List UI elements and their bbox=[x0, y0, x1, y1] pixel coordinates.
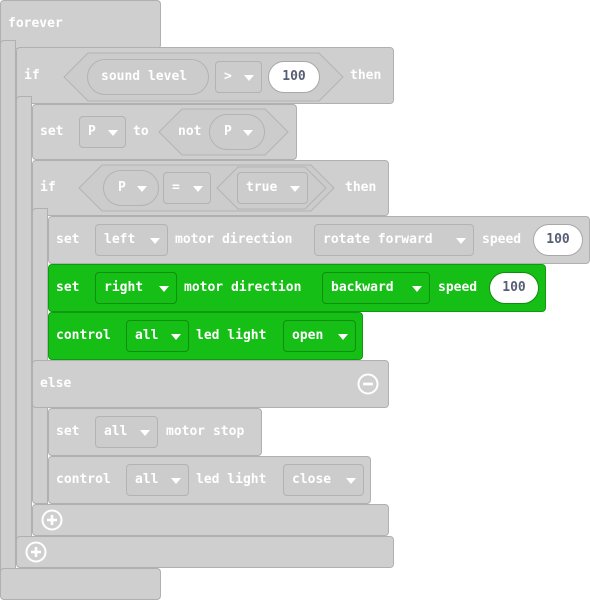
motor-direction-value: rotate forward bbox=[323, 232, 433, 247]
caret-down-icon bbox=[140, 430, 150, 436]
else-label: else bbox=[40, 376, 72, 391]
forever-label: forever bbox=[8, 16, 63, 31]
plus-circle-icon[interactable] bbox=[41, 509, 63, 531]
not-label: not bbox=[178, 124, 202, 139]
led-target-dropdown[interactable]: all bbox=[126, 464, 189, 496]
then-label-outer: then bbox=[350, 68, 382, 83]
caret-down-icon bbox=[108, 130, 118, 136]
caret-down-icon bbox=[159, 286, 169, 292]
minus-circle-icon[interactable] bbox=[357, 373, 379, 395]
motor-direction-label: motor direction bbox=[175, 232, 293, 247]
motor-direction-dropdown[interactable]: backward bbox=[322, 272, 430, 304]
caret-down-icon bbox=[150, 238, 160, 244]
speed-label: speed bbox=[482, 232, 522, 247]
if-outer-arm bbox=[16, 96, 32, 548]
caret-down-icon bbox=[456, 238, 466, 244]
set-label: set bbox=[56, 424, 80, 439]
caret-down-icon bbox=[243, 130, 253, 136]
block-workspace: forever if sound level > 100 then set P … bbox=[0, 0, 590, 600]
equals-operator-value: = bbox=[172, 180, 180, 195]
sound-threshold-input[interactable]: 100 bbox=[268, 61, 320, 93]
set-label: set bbox=[56, 280, 80, 295]
motor-side-value: right bbox=[104, 280, 144, 295]
caret-down-icon bbox=[290, 186, 300, 192]
if-inner-label: if bbox=[40, 180, 56, 195]
control-label: control bbox=[56, 472, 111, 487]
then-label-inner: then bbox=[345, 180, 377, 195]
set-label: set bbox=[40, 124, 64, 139]
if-inner-arm bbox=[32, 208, 48, 504]
control-label: control bbox=[56, 328, 111, 343]
led-state-dropdown[interactable]: open bbox=[283, 320, 356, 352]
else-bar bbox=[32, 360, 389, 408]
motor-side-dropdown[interactable]: right bbox=[95, 272, 177, 304]
to-label: to bbox=[133, 124, 149, 139]
forever-arm bbox=[0, 40, 16, 588]
led-state-value: open bbox=[292, 328, 324, 343]
caret-down-icon bbox=[171, 478, 181, 484]
caret-down-icon bbox=[193, 186, 203, 192]
set-label: set bbox=[56, 232, 80, 247]
comparison-operator-value: > bbox=[224, 69, 232, 84]
caret-down-icon bbox=[338, 334, 348, 340]
caret-down-icon bbox=[137, 186, 147, 192]
boolean-value-dropdown[interactable]: true bbox=[237, 172, 308, 204]
led-target-value: all bbox=[135, 472, 159, 487]
caret-down-icon bbox=[244, 75, 254, 81]
variable-dropdown[interactable]: P bbox=[79, 116, 126, 148]
forever-footer bbox=[0, 568, 161, 600]
led-target-value: all bbox=[135, 328, 159, 343]
comparison-operator-dropdown[interactable]: > bbox=[215, 61, 262, 93]
motor-direction-value: backward bbox=[331, 280, 394, 295]
motor-side-value: left bbox=[104, 232, 136, 247]
not-argument-value: P bbox=[224, 124, 232, 139]
equals-left-value: P bbox=[118, 180, 126, 195]
led-state-dropdown[interactable]: close bbox=[283, 464, 364, 496]
caret-down-icon bbox=[171, 334, 181, 340]
motor-stop-target-value: all bbox=[104, 424, 128, 439]
led-state-value: close bbox=[292, 472, 332, 487]
led-light-label: led light bbox=[196, 472, 267, 487]
motor-side-dropdown[interactable]: left bbox=[95, 224, 168, 256]
left-speed-input[interactable]: 100 bbox=[533, 224, 583, 256]
right-speed-input[interactable]: 100 bbox=[489, 272, 539, 304]
equals-left-reporter[interactable]: P bbox=[103, 170, 159, 206]
caret-down-icon bbox=[412, 286, 422, 292]
sound-level-label: sound level bbox=[101, 69, 188, 84]
if-outer-label: if bbox=[24, 68, 40, 83]
speed-label: speed bbox=[438, 280, 478, 295]
sound-level-reporter[interactable]: sound level bbox=[87, 59, 209, 95]
plus-circle-icon[interactable] bbox=[25, 541, 47, 563]
motor-direction-dropdown[interactable]: rotate forward bbox=[314, 224, 474, 256]
not-argument-reporter[interactable]: P bbox=[209, 114, 265, 150]
motor-stop-label: motor stop bbox=[166, 424, 245, 439]
if-outer-footer bbox=[16, 536, 394, 568]
motor-stop-target-dropdown[interactable]: all bbox=[95, 416, 158, 448]
motor-direction-label: motor direction bbox=[184, 280, 302, 295]
equals-operator-dropdown[interactable]: = bbox=[163, 172, 211, 204]
led-light-label: led light bbox=[196, 328, 267, 343]
if-inner-footer bbox=[32, 504, 389, 536]
boolean-value: true bbox=[246, 180, 278, 195]
variable-name: P bbox=[88, 124, 96, 139]
led-target-dropdown[interactable]: all bbox=[126, 320, 189, 352]
caret-down-icon bbox=[346, 478, 356, 484]
